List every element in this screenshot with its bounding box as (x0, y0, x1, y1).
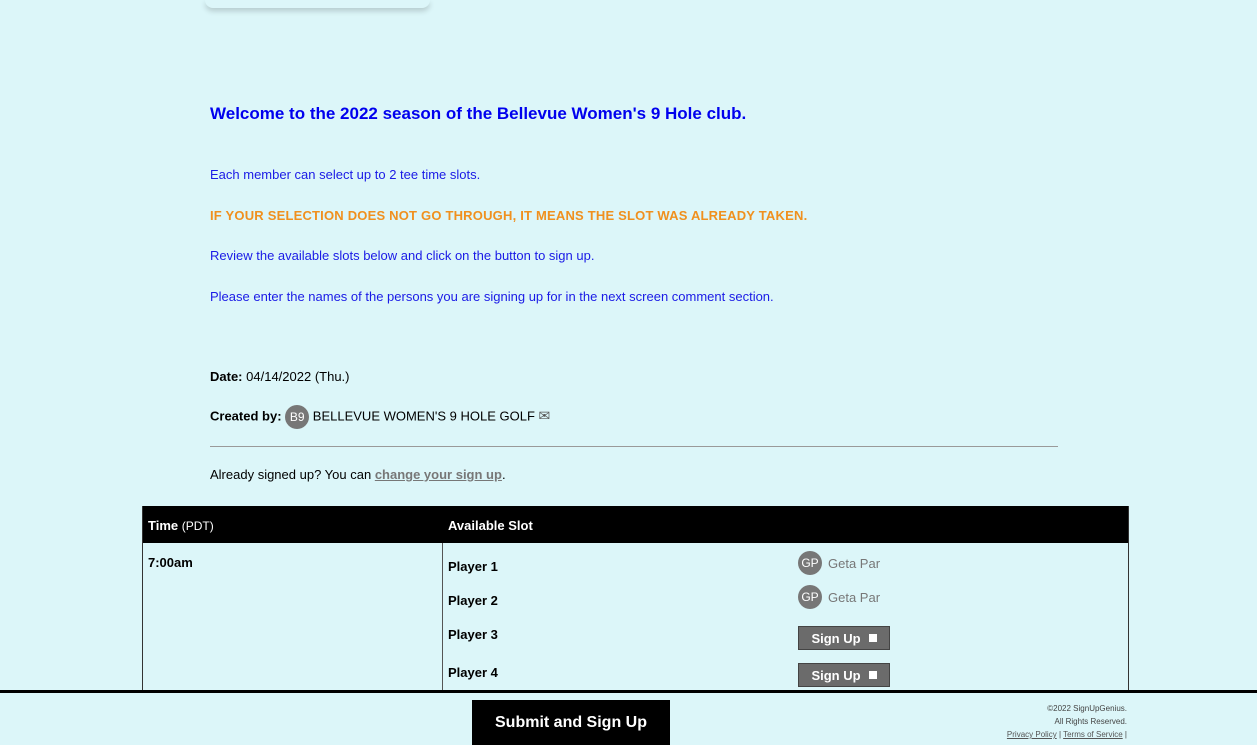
date-line: Date: 04/14/2022 (Thu.) (210, 369, 350, 384)
player-4-signup-button[interactable]: Sign Up (798, 663, 890, 687)
already-text: Already signed up? You can (210, 467, 372, 482)
email-icon[interactable]: ✉ (539, 407, 551, 423)
created-by-label: Created by: (210, 408, 282, 424)
player-2-filled: GP Geta Par (798, 585, 880, 609)
player-3-label: Player 3 (448, 627, 498, 642)
header-timezone: (PDT) (181, 519, 214, 533)
player-2-avatar: GP (798, 585, 822, 609)
already-signed-line: Already signed up? You can change your s… (210, 467, 506, 482)
intro-warning: IF YOUR SELECTION DOES NOT GO THROUGH, I… (210, 208, 808, 223)
footer-links: Privacy Policy | Terms of Service | (1007, 728, 1127, 741)
link-separator-end: | (1124, 730, 1127, 739)
slots-table: Time (PDT) Available Slot 7:00am Player … (142, 506, 1129, 693)
column-divider (442, 543, 443, 692)
creator-avatar: B9 (285, 405, 310, 429)
intro-line-review: Review the available slots below and cli… (210, 248, 595, 263)
checkbox-icon (868, 634, 877, 642)
player-1-name: Geta Par (828, 555, 881, 571)
header-time-label: Time (148, 518, 179, 533)
link-separator: | (1058, 730, 1062, 739)
rights-text: All Rights Reserved. (1054, 717, 1127, 726)
player-3-signup-button[interactable]: Sign Up (798, 626, 890, 650)
header-available-slot: Available Slot (448, 518, 533, 533)
date-label: Date: (210, 369, 243, 384)
slot-time: 7:00am (148, 555, 193, 570)
table-header: Time (PDT) Available Slot (143, 506, 1128, 543)
header-card-edge (205, 0, 430, 8)
period: . (501, 467, 506, 482)
submit-signup-button[interactable]: Submit and Sign Up (472, 700, 670, 745)
player-3-signup-label: Sign Up (811, 630, 861, 646)
intro-line-slots: Each member can select up to 2 tee time … (210, 167, 481, 182)
creator-name: BELLEVUE WOMEN'S 9 HOLE GOLF (312, 408, 535, 424)
player-2-label: Player 2 (448, 593, 498, 608)
player-4-signup-label: Sign Up (811, 667, 861, 683)
terms-of-service-link[interactable]: Terms of Service (1063, 730, 1123, 739)
divider (210, 446, 1058, 447)
change-signup-link[interactable]: change your sign up (375, 467, 502, 482)
footer-bar: Submit and Sign Up ©2022 SignUpGenius. A… (0, 690, 1257, 745)
player-1-avatar: GP (798, 551, 822, 575)
privacy-policy-link[interactable]: Privacy Policy (1007, 730, 1057, 739)
welcome-heading: Welcome to the 2022 season of the Bellev… (210, 104, 747, 123)
date-value: 04/14/2022 (Thu.) (246, 369, 350, 384)
copyright-text: ©2022 SignUpGenius. (1047, 704, 1127, 713)
header-time: Time (PDT) (148, 518, 214, 533)
player-1-label: Player 1 (448, 559, 498, 574)
created-by-line: Created by: B9 BELLEVUE WOMEN'S 9 HOLE G… (210, 405, 550, 429)
copyright-block: ©2022 SignUpGenius. All Rights Reserved.… (1007, 702, 1127, 741)
intro-line-names: Please enter the names of the persons yo… (210, 289, 774, 304)
player-2-name: Geta Par (828, 589, 881, 605)
player-4-label: Player 4 (448, 665, 498, 680)
player-1-filled: GP Geta Par (798, 551, 880, 575)
checkbox-icon (868, 671, 877, 679)
